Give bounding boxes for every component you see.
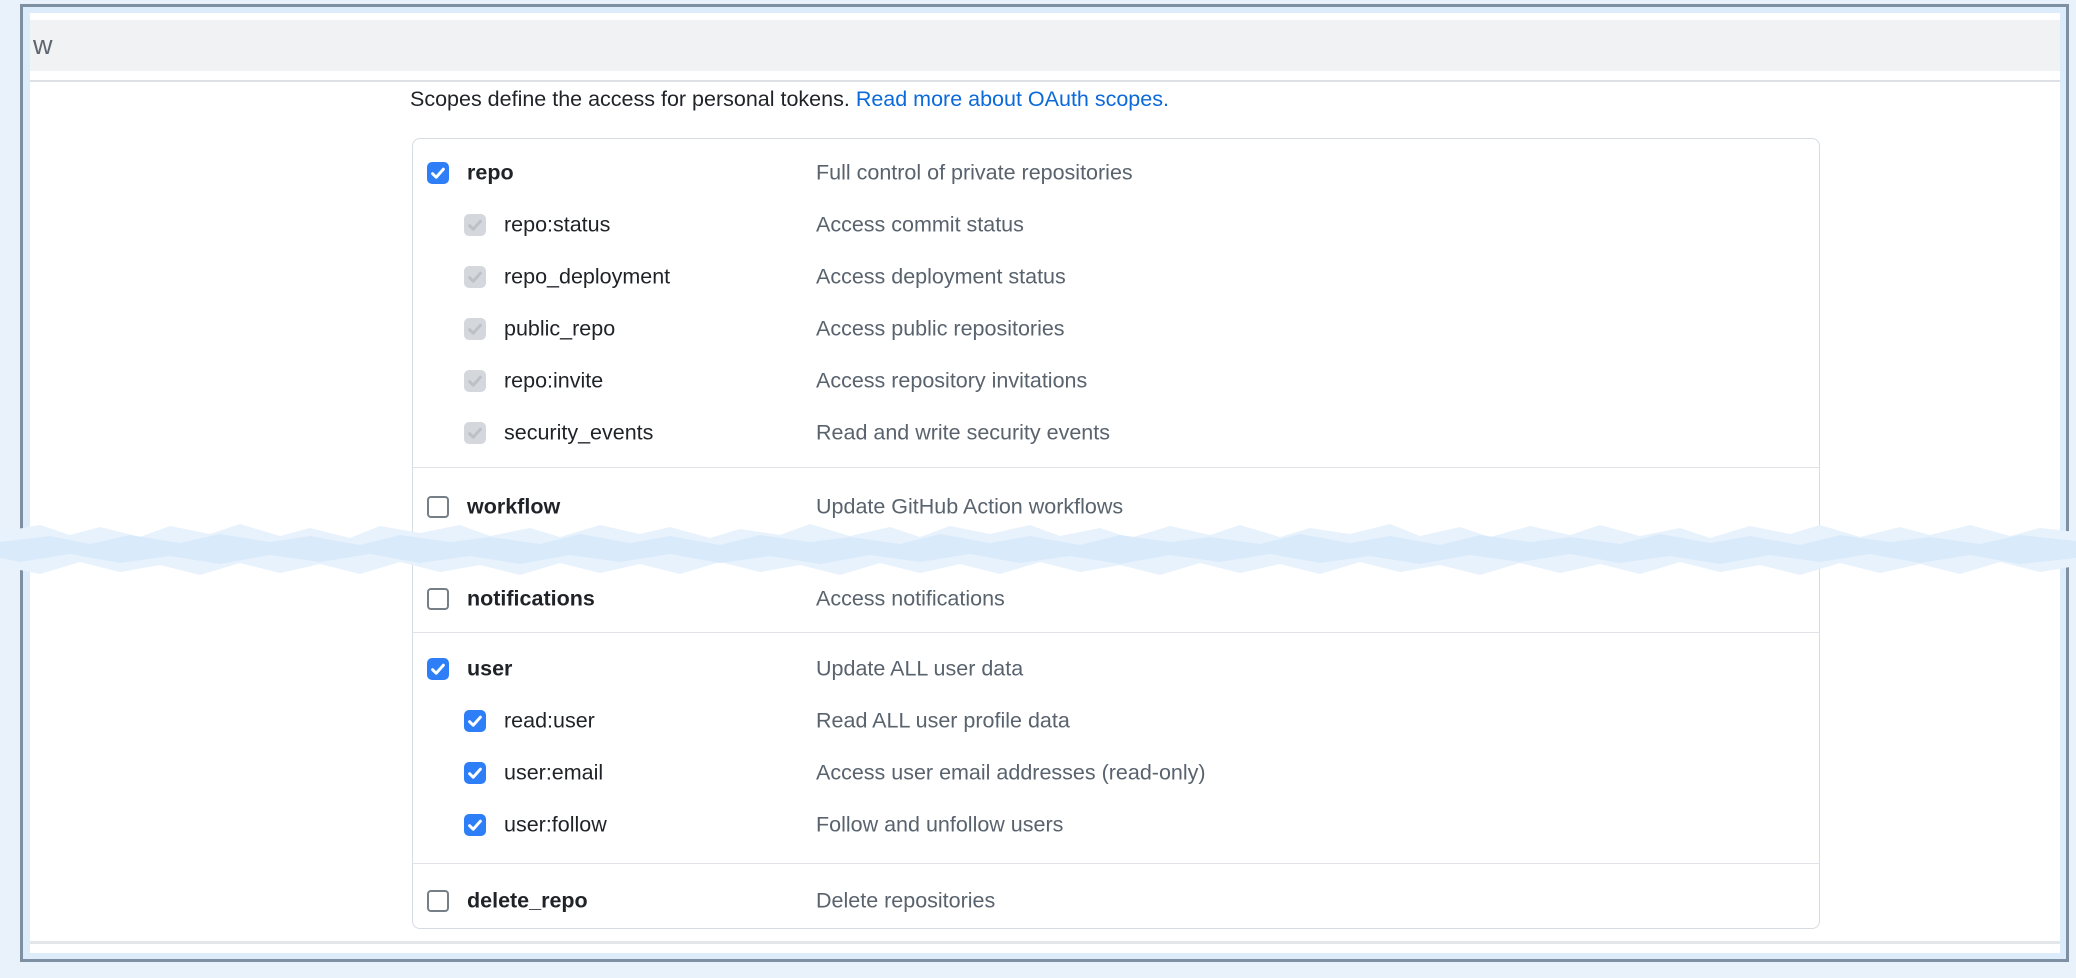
scope-label: public_repo xyxy=(504,317,615,342)
scope-label[interactable]: workflow xyxy=(467,495,560,520)
scope-label: repo:status xyxy=(504,213,610,238)
scope-group-notifications: notifications Access notifications xyxy=(413,573,1819,632)
checkmark-icon xyxy=(466,216,484,234)
scope-description: Delete repositories xyxy=(816,889,995,914)
scope-row-repo-status: repo:status Access commit status xyxy=(413,199,1819,251)
repo-invite-checkbox xyxy=(464,370,486,392)
scope-description: Access deployment status xyxy=(816,265,1066,290)
checkmark-icon xyxy=(466,712,484,730)
repo-deployment-checkbox xyxy=(464,266,486,288)
page-content: w Scopes define the access for personal … xyxy=(30,13,2060,953)
checkmark-icon xyxy=(466,268,484,286)
scope-label: repo:invite xyxy=(504,369,603,394)
scope-label[interactable]: delete_repo xyxy=(467,889,588,914)
checkmark-icon xyxy=(466,372,484,390)
scope-row-user-email: user:email Access user email addresses (… xyxy=(413,747,1819,799)
user-email-checkbox[interactable] xyxy=(464,762,486,784)
notifications-checkbox[interactable] xyxy=(427,588,449,610)
scope-row-user-follow: user:follow Follow and unfollow users xyxy=(413,799,1819,851)
scope-row-read-user: read:user Read ALL user profile data xyxy=(413,695,1819,747)
checkmark-icon xyxy=(466,424,484,442)
repo-checkbox[interactable] xyxy=(427,162,449,184)
scope-row-repo: repo Full control of private repositorie… xyxy=(413,147,1819,199)
delete-repo-checkbox[interactable] xyxy=(427,890,449,912)
scope-description: Access commit status xyxy=(816,213,1024,238)
scope-label[interactable]: read:user xyxy=(504,709,595,734)
scope-label[interactable]: repo xyxy=(467,161,514,186)
section-divider xyxy=(30,941,2060,944)
scopes-intro: Scopes define the access for personal to… xyxy=(410,87,1169,112)
user-checkbox[interactable] xyxy=(427,658,449,680)
scope-row-repo-deployment: repo_deployment Access deployment status xyxy=(413,251,1819,303)
scope-label[interactable]: notifications xyxy=(467,587,595,612)
public-repo-checkbox xyxy=(464,318,486,340)
checkmark-icon xyxy=(429,660,447,678)
scopes-intro-text: Scopes define the access for personal to… xyxy=(410,87,850,111)
scope-row-security-events: security_events Read and write security … xyxy=(413,407,1819,459)
security-events-checkbox xyxy=(464,422,486,444)
read-user-checkbox[interactable] xyxy=(464,710,486,732)
oauth-scopes-link[interactable]: Read more about OAuth scopes. xyxy=(856,87,1169,111)
workflow-checkbox[interactable] xyxy=(427,496,449,518)
scope-group-delete-repo: delete_repo Delete repositories xyxy=(413,863,1819,927)
scope-label: security_events xyxy=(504,421,653,446)
scope-description: Update GitHub Action workflows xyxy=(816,495,1123,520)
note-input-bar[interactable]: w xyxy=(30,20,2060,71)
scope-description: Access notifications xyxy=(816,587,1005,612)
scope-row-notifications: notifications Access notifications xyxy=(413,573,1819,625)
scope-description: Read ALL user profile data xyxy=(816,709,1070,734)
scope-label: repo_deployment xyxy=(504,265,670,290)
scope-description: Follow and unfollow users xyxy=(816,813,1063,838)
repo-status-checkbox xyxy=(464,214,486,236)
checkmark-icon xyxy=(466,816,484,834)
scope-description: Update ALL user data xyxy=(816,657,1023,682)
scope-description: Access repository invitations xyxy=(816,369,1087,394)
scope-label[interactable]: user:email xyxy=(504,761,603,786)
scope-description: Access user email addresses (read-only) xyxy=(816,761,1206,786)
torn-edge-graphic xyxy=(0,520,2076,578)
scope-row-user: user Update ALL user data xyxy=(413,643,1819,695)
scope-description: Access public repositories xyxy=(816,317,1065,342)
user-follow-checkbox[interactable] xyxy=(464,814,486,836)
note-input-value: w xyxy=(33,32,53,59)
scope-description: Full control of private repositories xyxy=(816,161,1133,186)
scope-group-user: user Update ALL user data read:user Read… xyxy=(413,632,1819,863)
scope-row-repo-invite: repo:invite Access repository invitation… xyxy=(413,355,1819,407)
scope-description: Read and write security events xyxy=(816,421,1110,446)
scope-label[interactable]: user xyxy=(467,657,512,682)
torn-screenshot-gap xyxy=(0,520,2076,578)
scope-label[interactable]: user:follow xyxy=(504,813,607,838)
checkmark-icon xyxy=(466,320,484,338)
scope-row-public-repo: public_repo Access public repositories xyxy=(413,303,1819,355)
checkmark-icon xyxy=(466,764,484,782)
checkmark-icon xyxy=(429,164,447,182)
scope-group-repo: repo Full control of private repositorie… xyxy=(413,139,1819,467)
scope-row-delete-repo: delete_repo Delete repositories xyxy=(413,875,1819,927)
header-divider xyxy=(30,80,2060,82)
